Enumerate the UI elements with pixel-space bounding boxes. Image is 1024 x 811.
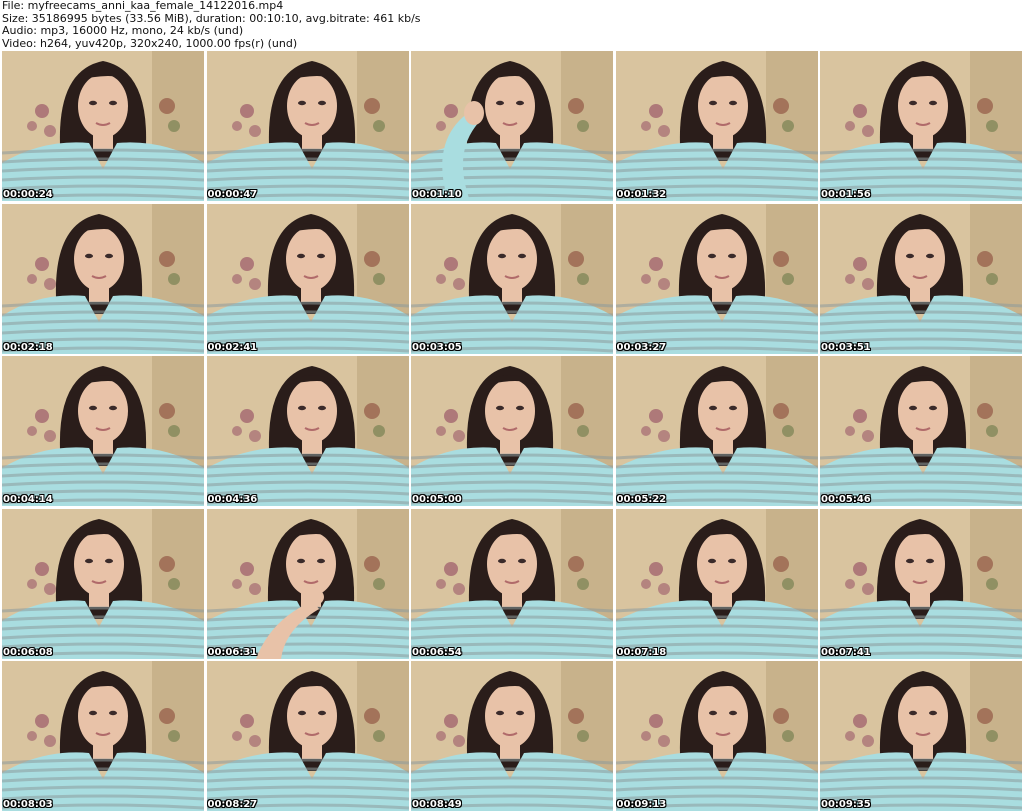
frame-timestamp: 00:08:49 [412,799,462,810]
video-info-line: Video: h264, yuv420p, 320x240, 1000.00 f… [2,36,298,50]
frame-timestamp: 00:01:32 [616,189,667,200]
file-name-line: File: myfreecams_anni_kaa_female_1412201… [2,0,284,12]
frame-image [615,508,818,659]
frame-timestamp: 00:08:27 [207,799,258,810]
thumbnail-frame: 00:05:22 [615,356,818,506]
frame-timestamp: 00:04:36 [207,494,258,505]
thumbnail-frame: 00:02:18 [2,203,204,354]
frame-timestamp: 00:07:41 [821,646,871,658]
frame-image [2,203,204,354]
thumbnail-frame: 00:01:10 [411,51,613,201]
frame-timestamp: 00:08:03 [3,799,53,810]
thumbnail-frame: 00:04:36 [206,356,409,506]
thumbnail-frame: 00:08:49 [411,661,613,811]
thumbnail-frame: 00:02:41 [206,203,409,354]
frame-image [2,661,204,811]
frame-image [206,661,409,811]
frame-timestamp: 00:06:08 [3,646,53,658]
frame-image [615,356,818,506]
thumbnail-frame: 00:08:03 [2,661,204,811]
frame-timestamp: 00:01:56 [821,189,871,200]
thumbnail-frame: 00:07:41 [820,508,1022,659]
frame-image [820,661,1022,811]
frame-image [820,203,1022,354]
frame-image [2,508,204,659]
frame-timestamp: 00:06:31 [207,646,258,658]
frame-timestamp: 00:05:46 [821,494,871,505]
frame-timestamp: 00:04:14 [3,494,53,505]
thumbnail-frame: 00:03:27 [615,203,818,354]
frame-timestamp: 00:01:10 [412,189,462,200]
frame-image [411,203,613,354]
frame-image [2,51,204,201]
thumbnail-frame: 00:06:31 [206,508,409,659]
thumbnail-frame: 00:09:35 [820,661,1022,811]
thumbnail-grid: 00:00:24 00:00:47 00:01:10 00:01:32 00:0… [2,51,1022,811]
thumbnail-frame: 00:00:24 [2,51,204,201]
frame-image [820,51,1022,201]
frame-image [615,661,818,811]
frame-timestamp: 00:03:05 [412,341,462,353]
thumbnail-frame: 00:05:00 [411,356,613,506]
thumbnail-frame: 00:04:14 [2,356,204,506]
frame-image [2,356,204,506]
frame-image [615,51,818,201]
frame-image [615,203,818,354]
thumbnail-frame: 00:01:56 [820,51,1022,201]
frame-timestamp: 00:07:18 [616,646,667,658]
frame-timestamp: 00:05:00 [412,494,462,505]
frame-timestamp: 00:02:41 [207,341,258,353]
thumbnail-frame: 00:08:27 [206,661,409,811]
frame-timestamp: 00:00:24 [3,189,53,200]
thumbnail-frame: 00:00:47 [206,51,409,201]
frame-image [820,508,1022,659]
frame-image [411,356,613,506]
thumbnail-frame: 00:03:51 [820,203,1022,354]
frame-image [820,356,1022,506]
thumbnail-frame: 00:03:05 [411,203,613,354]
frame-image [206,51,409,201]
frame-timestamp: 00:09:35 [821,799,871,810]
thumbnail-frame: 00:01:32 [615,51,818,201]
thumbnail-frame: 00:07:18 [615,508,818,659]
thumbnail-frame: 00:06:08 [2,508,204,659]
frame-image [206,203,409,354]
frame-image [411,51,613,201]
frame-image [411,661,613,811]
frame-image [206,356,409,506]
frame-timestamp: 00:02:18 [3,341,53,353]
frame-timestamp: 00:03:27 [616,341,667,353]
video-info-header: File: myfreecams_anni_kaa_female_1412201… [2,0,1020,50]
thumbnail-frame: 00:05:46 [820,356,1022,506]
frame-timestamp: 00:03:51 [821,341,871,353]
audio-info-line: Audio: mp3, 16000 Hz, mono, 24 kb/s (und… [2,24,244,37]
frame-timestamp: 00:09:13 [616,799,667,810]
frame-timestamp: 00:00:47 [207,189,258,200]
frame-timestamp: 00:05:22 [616,494,667,505]
thumbnail-frame: 00:09:13 [615,661,818,811]
frame-image [411,508,613,659]
thumbnail-frame: 00:06:54 [411,508,613,659]
frame-timestamp: 00:06:54 [412,646,462,658]
frame-image [206,508,409,659]
